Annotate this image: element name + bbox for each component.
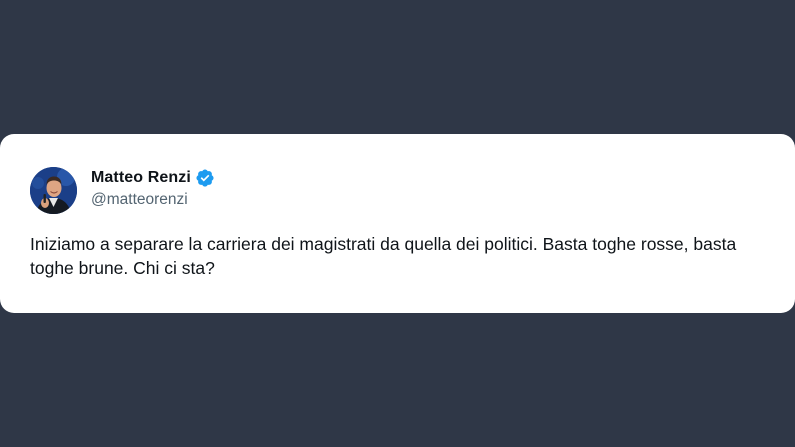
verified-badge-icon: [195, 168, 215, 188]
author-block: Matteo Renzi @matteorenzi: [91, 167, 215, 210]
tweet-text: Iniziamo a separare la carriera dei magi…: [30, 234, 737, 278]
tweet-card[interactable]: Matteo Renzi @matteorenzi Iniziamo a sep…: [0, 134, 795, 313]
handle[interactable]: @matteorenzi: [91, 190, 215, 210]
avatar[interactable]: [30, 167, 77, 214]
name-row: Matteo Renzi: [91, 167, 215, 189]
display-name[interactable]: Matteo Renzi: [91, 169, 191, 187]
profile-photo-icon: [30, 167, 77, 214]
